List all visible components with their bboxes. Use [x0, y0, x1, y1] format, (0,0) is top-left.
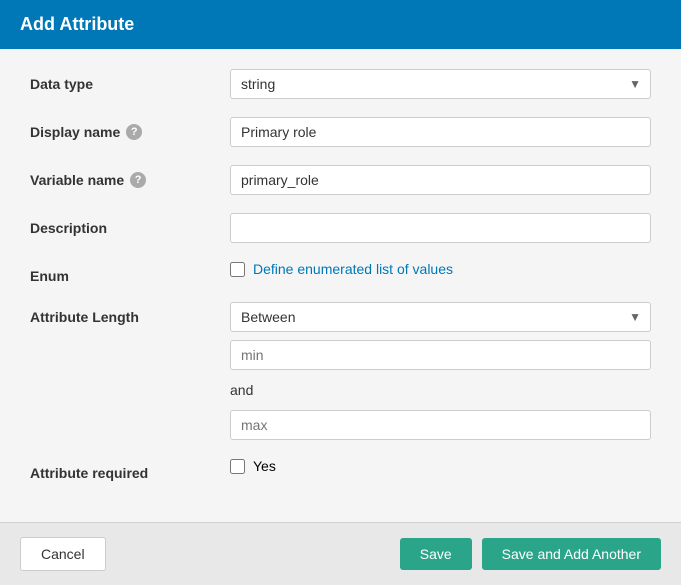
data-type-select-wrap: string integer boolean date ▼ — [230, 69, 651, 99]
attribute-length-control: Between Min Max Exact ▼ and — [230, 302, 651, 440]
cancel-button[interactable]: Cancel — [20, 537, 106, 571]
variable-name-row: Variable name ? — [30, 165, 651, 195]
display-name-row: Display name ? — [30, 117, 651, 147]
max-input[interactable] — [230, 410, 651, 440]
data-type-control: string integer boolean date ▼ — [230, 69, 651, 99]
attribute-length-label: Attribute Length — [30, 302, 230, 325]
enum-row: Enum Define enumerated list of values — [30, 261, 651, 284]
footer-right: Save Save and Add Another — [400, 538, 661, 570]
footer-left: Cancel — [20, 537, 106, 571]
display-name-control — [230, 117, 651, 147]
attribute-required-checkbox[interactable] — [230, 459, 245, 474]
attribute-required-checkbox-row: Yes — [230, 458, 651, 474]
save-button[interactable]: Save — [400, 538, 472, 570]
description-label: Description — [30, 213, 230, 236]
variable-name-input[interactable] — [230, 165, 651, 195]
attribute-required-control: Yes — [230, 458, 651, 474]
attribute-required-checkbox-label[interactable]: Yes — [253, 458, 276, 474]
attribute-length-row: Attribute Length Between Min Max Exact ▼ — [30, 302, 651, 440]
modal-footer: Cancel Save Save and Add Another — [0, 522, 681, 585]
display-name-input[interactable] — [230, 117, 651, 147]
attribute-required-label: Attribute required — [30, 458, 230, 481]
attribute-length-select[interactable]: Between Min Max Exact — [230, 302, 651, 332]
enum-control: Define enumerated list of values — [230, 261, 651, 277]
display-name-help-icon[interactable]: ? — [126, 124, 142, 140]
variable-name-help-icon[interactable]: ? — [130, 172, 146, 188]
attribute-required-row: Attribute required Yes — [30, 458, 651, 481]
min-max-section: Between Min Max Exact ▼ and — [230, 302, 651, 440]
modal-header: Add Attribute — [0, 0, 681, 49]
description-row: Description — [30, 213, 651, 243]
description-control — [230, 213, 651, 243]
description-input[interactable] — [230, 213, 651, 243]
min-input[interactable] — [230, 340, 651, 370]
modal-body: Data type string integer boolean date ▼ … — [0, 49, 681, 522]
variable-name-control — [230, 165, 651, 195]
data-type-label: Data type — [30, 69, 230, 92]
add-attribute-modal: Add Attribute Data type string integer b… — [0, 0, 681, 585]
enum-label: Enum — [30, 261, 230, 284]
display-name-label: Display name ? — [30, 117, 230, 140]
save-and-add-button[interactable]: Save and Add Another — [482, 538, 661, 570]
and-text: and — [230, 378, 651, 402]
enum-checkbox[interactable] — [230, 262, 245, 277]
attribute-length-select-wrap: Between Min Max Exact ▼ — [230, 302, 651, 332]
variable-name-label: Variable name ? — [30, 165, 230, 188]
data-type-select[interactable]: string integer boolean date — [230, 69, 651, 99]
enum-checkbox-label[interactable]: Define enumerated list of values — [253, 261, 453, 277]
modal-title: Add Attribute — [20, 14, 134, 34]
data-type-row: Data type string integer boolean date ▼ — [30, 69, 651, 99]
enum-checkbox-row: Define enumerated list of values — [230, 261, 651, 277]
